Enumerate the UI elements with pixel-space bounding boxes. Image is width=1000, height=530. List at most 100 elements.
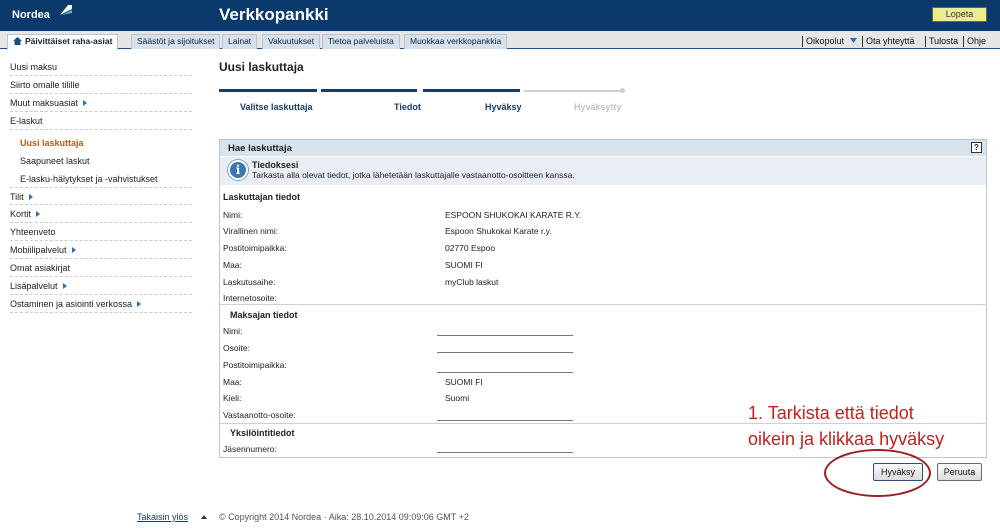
tab-customize[interactable]: Muokkaa verkkopankkia [404, 34, 508, 49]
sidebar-item-received-invoices[interactable]: Saapuneet laskut [20, 152, 192, 170]
tab-label: Päivittäiset raha-asiat [25, 36, 113, 46]
sidebar-item-new-payment[interactable]: Uusi maksu [10, 58, 192, 76]
field-value: Suomi [445, 393, 470, 403]
sidebar-item-label: Kortit [10, 209, 32, 219]
sidebar-item-summary[interactable]: Yhteenveto [10, 223, 192, 241]
sidebar-item-other-payments[interactable]: Muut maksuasiat [10, 94, 192, 112]
brand-logo[interactable]: Nordea [12, 9, 50, 21]
annotation-text: 1. Tarkista että tiedot oikein ja klikka… [748, 400, 988, 452]
field-value: 02770 Espoo [445, 243, 496, 253]
payer-postal-input[interactable] [437, 363, 573, 373]
sidebar-item-cards[interactable]: Kortit [10, 205, 192, 223]
cancel-button[interactable]: Peruuta [937, 463, 982, 481]
info-text: Tarkasta alla olevat tiedot, jotka lähet… [252, 170, 575, 180]
copyright-text: © Copyright 2014 Nordea · Aika: 28.10.20… [219, 512, 469, 522]
help-link[interactable]: Ohje [967, 36, 986, 46]
sidebar-item-label: Mobiilipalvelut [10, 245, 67, 255]
contact-link[interactable]: Ota yhteyttä [866, 36, 915, 46]
panel-title: Hae laskuttaja [228, 143, 292, 154]
tab-savings[interactable]: Säästöt ja sijoitukset [131, 34, 221, 49]
sidebar-item-accounts[interactable]: Tilit [10, 187, 192, 205]
tab-service-info[interactable]: Tietoa palveluista [322, 34, 400, 49]
sidebar-item-label: Tilit [10, 192, 24, 202]
annotation-circle [824, 449, 931, 497]
tab-loans[interactable]: Lainat [222, 34, 258, 49]
sidebar-item-invoice-alerts[interactable]: E-lasku-hälytykset ja -vahvistukset [20, 170, 192, 188]
payer-address-input[interactable] [437, 343, 573, 353]
back-to-top-link[interactable]: Takaisin ylös [137, 512, 188, 522]
divider [862, 36, 863, 47]
field-label: Internetosoite: [223, 293, 277, 303]
chevron-down-icon [849, 38, 857, 43]
logout-button[interactable]: Lopeta [932, 7, 987, 22]
print-link[interactable]: Tulosta [929, 36, 958, 46]
member-number-input[interactable] [437, 443, 573, 453]
field-value: SUOMI FI [445, 260, 483, 270]
sidebar-item-mobile[interactable]: Mobiilipalvelut [10, 241, 192, 259]
expand-arrow-icon [137, 301, 142, 307]
biller-section-title: Laskuttajan tiedot [223, 192, 301, 202]
step-details: Tiedot [394, 102, 421, 112]
sidebar-item-new-biller[interactable]: Uusi laskuttaja [20, 134, 192, 152]
expand-arrow-icon [83, 100, 88, 106]
field-label: Jäsennumero: [223, 444, 277, 454]
expand-arrow-icon [28, 194, 33, 200]
info-title: Tiedoksesi [252, 160, 299, 170]
divider [963, 36, 964, 47]
sidebar-item-additional-services[interactable]: Lisäpalvelut [10, 277, 192, 295]
divider [802, 36, 803, 47]
sidebar-item-label: Lisäpalvelut [10, 281, 58, 291]
payer-section-title: Maksajan tiedot [230, 310, 298, 320]
step-progress-bar [321, 89, 417, 92]
nordea-logo-icon [60, 5, 72, 15]
field-value: Espoon Shukokai Karate r.y. [445, 226, 552, 236]
shortcuts-label: Oikopolut [806, 36, 845, 46]
info-notice: i Tiedoksesi Tarkasta alla olevat tiedot… [220, 157, 986, 185]
help-button[interactable]: ? [971, 142, 982, 153]
field-label: Virallinen nimi: [223, 226, 279, 236]
field-label: Postitoimipaikka: [223, 360, 287, 370]
sidebar-item-online-shopping[interactable]: Ostaminen ja asiointi verkossa [10, 295, 192, 313]
field-value: ESPOON SHUKOKAI KARATE R.Y. [445, 210, 582, 220]
sidebar-item-label: Muut maksuasiat [10, 98, 79, 108]
field-label: Kieli: [223, 393, 242, 403]
sidebar-item-documents[interactable]: Omat asiakirjat [10, 259, 192, 277]
tab-insurance[interactable]: Vakuutukset [262, 34, 321, 49]
field-label: Vastaanotto-osoite: [223, 410, 296, 420]
expand-arrow-icon [62, 283, 67, 289]
step-approved: Hyväksytty [574, 102, 622, 112]
field-value: SUOMI FI [445, 377, 483, 387]
tab-daily-banking[interactable]: Päivittäiset raha-asiat [7, 34, 119, 50]
annotation-line: oikein ja klikkaa hyväksy [748, 429, 945, 449]
payer-name-input[interactable] [437, 326, 573, 336]
field-value: myClub laskut [445, 277, 499, 287]
sidebar-item-own-transfer[interactable]: Siirto omalle tilille [10, 76, 192, 94]
arrow-up-icon[interactable] [201, 515, 207, 519]
field-label: Laskutusaihe: [223, 277, 276, 287]
receive-address-input[interactable] [437, 411, 573, 421]
field-label: Postitoimipaikka: [223, 243, 287, 253]
annotation-line: 1. Tarkista että tiedot [748, 403, 914, 423]
top-header: Nordea Verkkopankki Lopeta [0, 0, 1000, 31]
panel-header: Hae laskuttaja ? [220, 140, 986, 156]
sidebar-item-e-invoices[interactable]: E-laskut [10, 112, 192, 130]
ident-section-title: Yksilöintitiedot [230, 428, 295, 438]
expand-arrow-icon [36, 211, 41, 217]
field-label: Maa: [223, 377, 242, 387]
app-title: Verkkopankki [219, 5, 329, 24]
field-label: Osoite: [223, 343, 250, 353]
section-divider [220, 304, 986, 305]
expand-arrow-icon [71, 247, 76, 253]
shortcuts-menu[interactable]: Oikopolut [806, 36, 857, 46]
step-progress-bar [524, 90, 622, 92]
field-label: Maa: [223, 260, 242, 270]
field-label: Nimi: [223, 210, 243, 220]
step-select-biller: Valitse laskuttaja [240, 102, 313, 112]
page-title: Uusi laskuttaja [219, 60, 304, 74]
step-progress-bar [423, 89, 520, 92]
step-approve: Hyväksy [485, 102, 522, 112]
field-label: Nimi: [223, 326, 243, 336]
sidebar-item-label: Ostaminen ja asiointi verkossa [10, 299, 133, 309]
info-icon: i [228, 160, 248, 180]
step-end-dot [620, 88, 625, 93]
